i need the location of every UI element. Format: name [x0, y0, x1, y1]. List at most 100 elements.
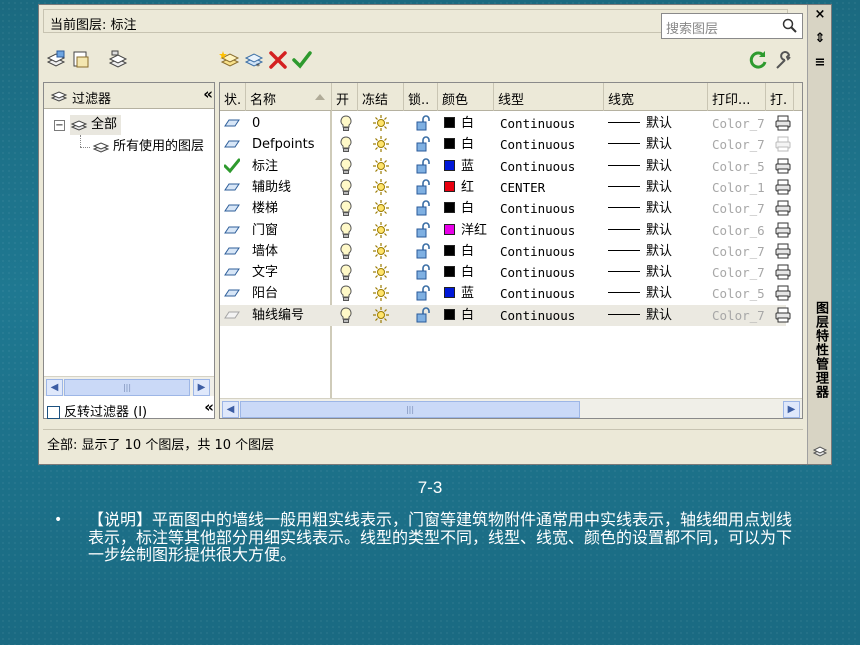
invert-filter-option[interactable]: 反转过滤器 (I) «	[43, 397, 215, 421]
scroll-right-button[interactable]: ▶	[783, 401, 800, 418]
delete-layer-icon[interactable]	[267, 49, 289, 71]
layer-linetype[interactable]: Continuous	[500, 134, 575, 155]
layer-linetype[interactable]: Continuous	[500, 241, 575, 262]
new-layer-vp-frozen-icon[interactable]: *	[243, 49, 265, 71]
plot-enabled-printer-icon[interactable]	[774, 306, 792, 327]
layer-lineweight[interactable]: 默认	[608, 241, 672, 262]
layer-name[interactable]: 标注	[252, 156, 278, 177]
on-bulb-icon[interactable]	[338, 242, 354, 263]
layer-color[interactable]: 白	[444, 134, 474, 155]
unlock-icon[interactable]	[414, 178, 432, 199]
layer-icon[interactable]	[224, 263, 240, 284]
unlock-icon[interactable]	[414, 157, 432, 178]
column-plot[interactable]: 打.	[766, 83, 794, 111]
unlock-icon[interactable]	[414, 306, 432, 327]
column-plot-style[interactable]: 打印...	[708, 83, 766, 111]
on-bulb-icon[interactable]	[338, 157, 354, 178]
layer-color[interactable]: 白	[444, 305, 474, 326]
layer-name[interactable]: 墙体	[252, 241, 278, 262]
layer-color[interactable]: 白	[444, 198, 474, 219]
unlock-icon[interactable]	[414, 135, 432, 156]
scroll-thumb[interactable]: |||	[64, 379, 190, 396]
layer-linetype[interactable]: Continuous	[500, 113, 575, 134]
search-layer-input[interactable]: 搜索图层	[661, 13, 803, 39]
plot-enabled-printer-icon[interactable]	[774, 199, 792, 220]
layer-linetype[interactable]: CENTER	[500, 177, 545, 198]
layer-name[interactable]: 阳台	[252, 283, 278, 304]
layer-color[interactable]: 白	[444, 113, 474, 134]
layer-row[interactable]: 门窗 洋红 Continuous 默认 Color_6	[220, 220, 791, 242]
collapse-filter-pane-button[interactable]: «	[203, 85, 213, 103]
column-name[interactable]: 名称	[246, 83, 332, 111]
on-bulb-icon[interactable]	[338, 284, 354, 305]
scroll-thumb[interactable]: |||	[240, 401, 580, 418]
layer-icon[interactable]	[224, 242, 240, 263]
layer-color[interactable]: 红	[444, 177, 474, 198]
filter-pane-hscroll[interactable]: ◀ ||| ▶	[44, 376, 214, 396]
column-freeze[interactable]: 冻结	[358, 83, 404, 111]
layer-icon[interactable]	[224, 178, 240, 199]
layer-color[interactable]: 蓝	[444, 156, 474, 177]
layer-linetype[interactable]: Continuous	[500, 283, 575, 304]
layer-row[interactable]: 楼梯 白 Continuous 默认 Color_7	[220, 198, 791, 220]
scroll-left-button[interactable]: ◀	[46, 379, 63, 396]
layer-row[interactable]: 0 白 Continuous 默认 Color_7	[220, 113, 791, 135]
plot-enabled-printer-icon[interactable]	[774, 157, 792, 178]
layer-name[interactable]: 辅助线	[252, 177, 291, 198]
layer-color[interactable]: 蓝	[444, 283, 474, 304]
layer-icon[interactable]	[224, 114, 240, 135]
on-bulb-icon[interactable]	[338, 263, 354, 284]
layer-linetype[interactable]: Continuous	[500, 198, 575, 219]
plot-enabled-printer-icon[interactable]	[774, 242, 792, 263]
column-lineweight[interactable]: 线宽	[604, 83, 708, 111]
plot-enabled-printer-icon[interactable]	[774, 263, 792, 284]
layer-lineweight[interactable]: 默认	[608, 262, 672, 283]
layer-icon[interactable]	[224, 135, 240, 156]
on-bulb-icon[interactable]	[338, 221, 354, 242]
new-group-filter-icon[interactable]	[71, 49, 93, 71]
layer-name[interactable]: Defpoints	[252, 134, 315, 155]
new-layer-icon[interactable]	[219, 49, 241, 71]
new-property-filter-icon[interactable]	[45, 49, 67, 71]
layer-row[interactable]: Defpoints 白 Continuous 默认 Color_7	[220, 134, 791, 156]
scroll-left-button[interactable]: ◀	[222, 401, 239, 418]
layer-list-hscroll[interactable]: ◀ ||| ▶	[220, 398, 802, 418]
unlock-icon[interactable]	[414, 284, 432, 305]
thaw-sun-icon[interactable]	[372, 242, 390, 263]
collapse-filter-pane-button-bottom[interactable]: «	[204, 398, 214, 416]
layer-icon[interactable]	[224, 199, 240, 220]
layer-lineweight[interactable]: 默认	[608, 134, 672, 155]
refresh-icon[interactable]	[747, 49, 769, 71]
tree-item-all[interactable]: 全部	[70, 115, 122, 135]
scroll-right-button[interactable]: ▶	[193, 379, 210, 396]
layer-name[interactable]: 轴线编号	[252, 305, 304, 326]
auto-hide-button[interactable]: ⇕	[811, 31, 829, 47]
layer-linetype[interactable]: Continuous	[500, 262, 575, 283]
on-bulb-icon[interactable]	[338, 178, 354, 199]
layer-lineweight[interactable]: 默认	[608, 283, 672, 304]
layer-icon[interactable]	[224, 221, 240, 242]
plot-enabled-printer-icon[interactable]	[774, 221, 792, 242]
close-button[interactable]: ×	[811, 7, 829, 23]
settings-wrench-icon[interactable]	[773, 49, 795, 71]
layer-icon[interactable]	[224, 306, 240, 327]
layer-row[interactable]: 标注 蓝 Continuous 默认 Color_5	[220, 156, 791, 178]
thaw-sun-icon[interactable]	[372, 284, 390, 305]
layer-name[interactable]: 文字	[252, 262, 278, 283]
on-bulb-icon[interactable]	[338, 306, 354, 327]
layer-lineweight[interactable]: 默认	[608, 113, 672, 134]
layer-row[interactable]: 阳台 蓝 Continuous 默认 Color_5	[220, 283, 791, 305]
tree-expand-toggle[interactable]: −	[54, 120, 65, 131]
column-on[interactable]: 开	[332, 83, 358, 111]
unlock-icon[interactable]	[414, 114, 432, 135]
layer-lineweight[interactable]: 默认	[608, 305, 672, 326]
layer-linetype[interactable]: Continuous	[500, 305, 575, 326]
column-linetype[interactable]: 线型	[494, 83, 604, 111]
plot-disabled-printer-icon[interactable]	[774, 135, 792, 156]
on-bulb-icon[interactable]	[338, 199, 354, 220]
thaw-sun-icon[interactable]	[372, 114, 390, 135]
layer-name[interactable]: 0	[252, 113, 260, 134]
layer-lineweight[interactable]: 默认	[608, 220, 672, 241]
invert-filter-checkbox[interactable]	[47, 406, 60, 419]
set-current-icon[interactable]	[291, 49, 313, 71]
